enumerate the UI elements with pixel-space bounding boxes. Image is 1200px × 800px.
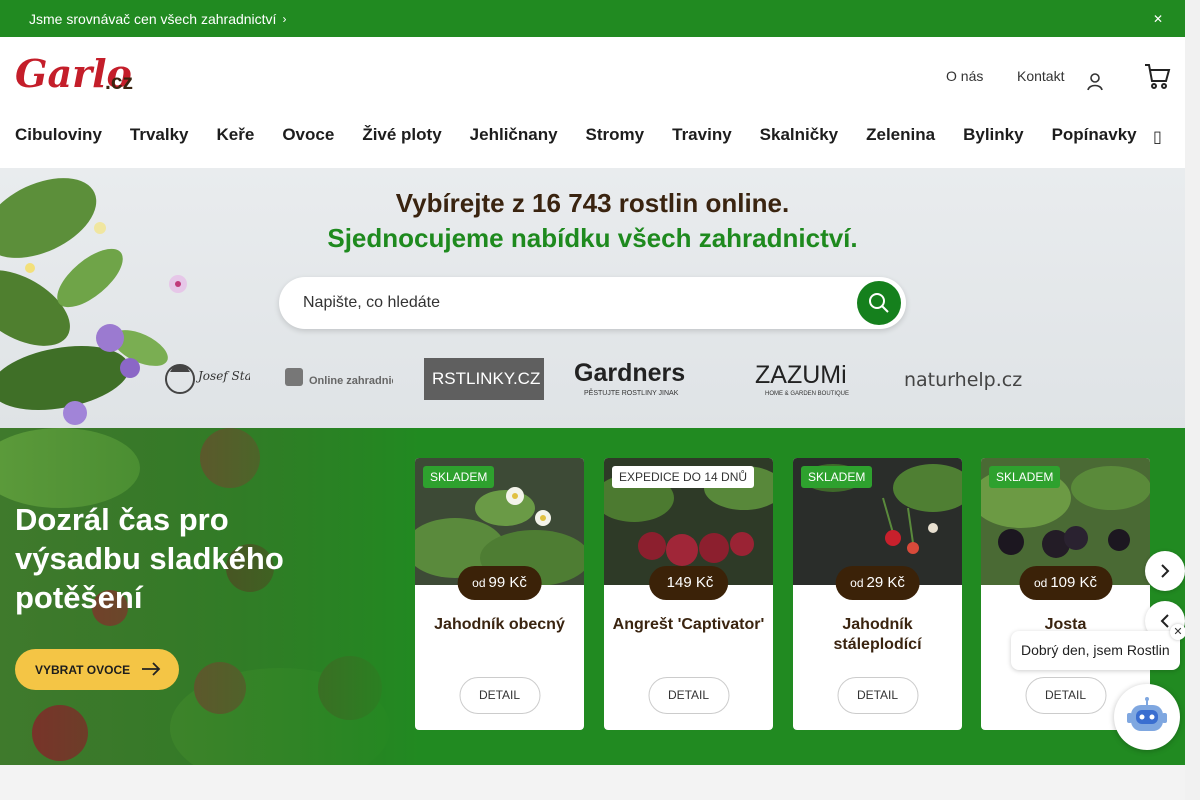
arrow-right-icon xyxy=(142,662,161,676)
product-name[interactable]: Angrešt 'Captivator' xyxy=(612,615,765,635)
logo-suffix: .cz xyxy=(105,71,133,94)
chevron-right-icon xyxy=(1161,564,1170,578)
price-tag: od 99 Kč xyxy=(457,566,542,600)
carousel-next-button[interactable] xyxy=(1145,551,1185,591)
page-scrollbar[interactable] xyxy=(1185,0,1200,800)
price-tag: od 109 Kč xyxy=(1018,566,1113,600)
nav-item-stromy[interactable]: Stromy xyxy=(586,125,645,145)
product-card[interactable]: EXPEDICE DO 14 DNŮ 149 Kč Angrešt 'Capti… xyxy=(604,458,773,730)
nav-item-bylinky[interactable]: Bylinky xyxy=(963,125,1023,145)
chevron-left-icon xyxy=(1160,614,1169,628)
promo-title: Dozrál čas pro výsadbu sladkého potěšení xyxy=(15,502,284,615)
nav-item-popinavky[interactable]: Popínavky xyxy=(1052,125,1137,145)
fruit-promo-section: Dozrál čas pro výsadbu sladkého potěšení… xyxy=(0,428,1185,765)
hero-title: Vybírejte z 16 743 rostlin online. xyxy=(395,188,790,218)
robot-icon xyxy=(1127,697,1167,731)
price-value: 109 Kč xyxy=(1050,574,1098,591)
search-box xyxy=(279,277,906,329)
product-card[interactable]: SKLADEM od 99 Kč Jahodník obecný DETAIL xyxy=(415,458,584,730)
price-tag: od 29 Kč xyxy=(835,566,920,600)
partner-rostlinky[interactable]: RSTLINKY.CZ xyxy=(424,354,544,404)
partner-name: naturhelp.cz xyxy=(904,369,1022,391)
nav-item-skalnicky[interactable]: Skalničky xyxy=(760,125,838,145)
nav-item-traviny[interactable]: Traviny xyxy=(672,125,732,145)
about-link[interactable]: O nás xyxy=(946,68,983,84)
partner-name: Gardners xyxy=(574,359,685,387)
partner-zazumi[interactable]: ZAZUMi HOME & GARDEN BOUTIQUE xyxy=(755,354,877,404)
partner-naturhelp[interactable]: naturhelp.cz xyxy=(904,354,1028,404)
nav-item-trvalky[interactable]: Trvalky xyxy=(130,125,189,145)
nav-item-jehlicnany[interactable]: Jehličnany xyxy=(470,125,558,145)
partner-logos: Josef Starkl Online zahradnictví RSTLINK… xyxy=(160,354,1040,404)
price-value: 29 Kč xyxy=(866,574,905,591)
partner-name: Josef Starkl xyxy=(195,369,250,383)
detail-button[interactable]: DETAIL xyxy=(837,677,918,714)
site-header: Garlo .cz O nás Kontakt Cibuloviny Trval… xyxy=(0,37,1185,168)
category-nav: Cibuloviny Trvalky Keře Ovoce Živé ploty… xyxy=(15,125,1165,145)
product-name[interactable]: Jahodník obecný xyxy=(423,615,576,635)
nav-more-icon[interactable]: ▯ xyxy=(1153,127,1162,147)
search-button[interactable] xyxy=(857,281,901,325)
price-value: 99 Kč xyxy=(488,574,527,591)
price-prefix: od xyxy=(472,576,486,590)
chat-greeting[interactable]: Dobrý den, jsem Rostlin xyxy=(1011,631,1180,670)
stock-badge: SKLADEM xyxy=(801,466,873,488)
close-icon[interactable]: ✕ xyxy=(1153,12,1163,26)
price-prefix: od xyxy=(850,576,864,590)
partner-starkl[interactable]: Josef Starkl xyxy=(160,354,250,404)
partner-name: RSTLINKY.CZ xyxy=(432,369,540,388)
detail-button[interactable]: DETAIL xyxy=(1025,677,1106,714)
nav-item-ovoce[interactable]: Ovoce xyxy=(282,125,334,145)
search-input[interactable] xyxy=(303,277,843,329)
nav-item-cibuloviny[interactable]: Cibuloviny xyxy=(15,125,102,145)
contact-link[interactable]: Kontakt xyxy=(1017,68,1064,84)
nav-item-zive-ploty[interactable]: Živé ploty xyxy=(362,125,441,145)
product-name[interactable]: Jahodník stáleplodící xyxy=(801,615,954,655)
chevron-right-icon: › xyxy=(282,11,287,26)
partner-online-zahradnictvi[interactable]: Online zahradnictví xyxy=(283,354,393,404)
partner-tagline: PĚSTUJTE ROSTLINY JINAK xyxy=(584,388,679,397)
user-icon[interactable] xyxy=(1085,71,1105,91)
price-prefix: od xyxy=(1033,576,1048,590)
product-card[interactable]: SKLADEM od 109 Kč Josta DETAIL xyxy=(981,458,1150,730)
detail-button[interactable]: DETAIL xyxy=(648,677,729,714)
price-tag: 149 Kč xyxy=(648,566,729,600)
announcement-bar: Jsme srovnávač cen všech zahradnictví › … xyxy=(0,0,1185,37)
product-card[interactable]: SKLADEM od 29 Kč Jahodník stáleplodící DE… xyxy=(793,458,962,730)
close-icon[interactable]: ✕ xyxy=(1170,624,1186,640)
stock-badge: SKLADEM xyxy=(989,466,1061,488)
detail-button[interactable]: DETAIL xyxy=(459,677,540,714)
price-value: 149 Kč xyxy=(666,574,714,591)
chatbot-button[interactable] xyxy=(1114,684,1180,750)
partner-tagline: HOME & GARDEN BOUTIQUE xyxy=(765,391,849,397)
partner-gardners[interactable]: Gardners PĚSTUJTE ROSTLINY JINAK xyxy=(574,354,726,404)
choose-fruit-label: VYBRAT OVOCE xyxy=(35,662,131,677)
logo[interactable]: Garlo .cz xyxy=(15,51,135,96)
partner-name: Online zahradnictví xyxy=(309,375,393,387)
stock-badge: SKLADEM xyxy=(423,466,495,488)
announcement-text: Jsme srovnávač cen všech zahradnictví xyxy=(29,10,277,27)
shipping-badge: EXPEDICE DO 14 DNŮ xyxy=(612,466,755,488)
cart-icon[interactable] xyxy=(1143,62,1171,90)
hero-subtitle: Sjednocujeme nabídku všech zahradnictví. xyxy=(327,223,858,253)
nav-item-kere[interactable]: Keře xyxy=(217,125,255,145)
partner-name: ZAZUMi xyxy=(755,361,847,389)
choose-fruit-button[interactable]: VYBRAT OVOCE xyxy=(15,649,179,690)
hero-section: Vybírejte z 16 743 rostlin online. Sjedn… xyxy=(0,168,1185,428)
search-icon xyxy=(869,293,889,313)
nav-item-zelenina[interactable]: Zelenina xyxy=(866,125,935,145)
